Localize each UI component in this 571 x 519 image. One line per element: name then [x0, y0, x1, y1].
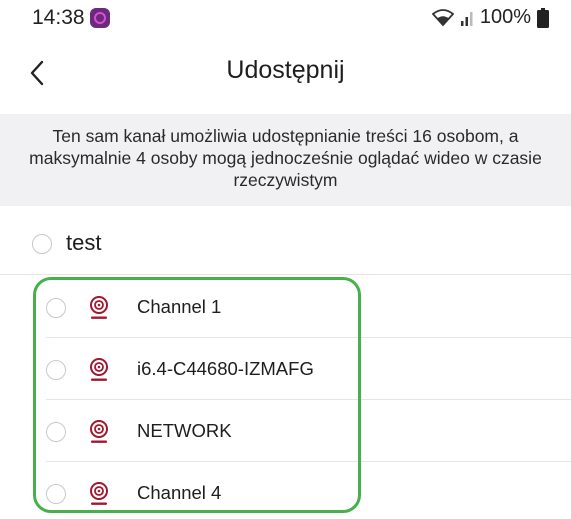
battery-text: 100%	[479, 6, 531, 28]
divider	[0, 274, 571, 275]
channel-radio-button[interactable]	[46, 360, 66, 380]
camera-icon	[90, 482, 108, 505]
camera-icon	[90, 296, 108, 319]
group-radio-button[interactable]	[32, 234, 52, 254]
header: Udostępnij	[0, 40, 571, 106]
status-time: 14:38	[32, 6, 85, 29]
channel-item[interactable]: Channel 4	[0, 462, 571, 519]
channel-radio-button[interactable]	[46, 484, 66, 504]
camera-icon	[90, 358, 108, 381]
status-bar: 14:38 100%	[0, 0, 571, 38]
channel-item[interactable]: Channel 1	[0, 276, 571, 338]
signal-icon	[460, 9, 474, 27]
app-notification-icon	[90, 8, 110, 28]
group-label: test	[66, 230, 102, 255]
battery-icon	[537, 7, 549, 28]
channel-label: Channel 1	[137, 296, 222, 317]
group-row-test[interactable]: test	[0, 212, 571, 274]
channel-item[interactable]: NETWORK	[0, 400, 571, 462]
channel-label: Channel 4	[137, 482, 222, 503]
status-icons: 100%	[431, 6, 549, 29]
wifi-icon	[431, 8, 454, 27]
channel-label: i6.4-C44680-IZMAFG	[137, 358, 314, 379]
channel-item[interactable]: i6.4-C44680-IZMAFG	[0, 338, 571, 400]
page-title: Udostępnij	[226, 56, 345, 84]
channel-list: Channel 1 i6.4-C44680-IZMAFG NETWORK Cha…	[0, 276, 571, 519]
channel-radio-button[interactable]	[46, 298, 66, 318]
channel-radio-button[interactable]	[46, 422, 66, 442]
info-banner: Ten sam kanał umożliwia udostępnianie tr…	[0, 114, 571, 206]
channel-label: NETWORK	[137, 420, 232, 441]
camera-icon	[90, 420, 108, 443]
